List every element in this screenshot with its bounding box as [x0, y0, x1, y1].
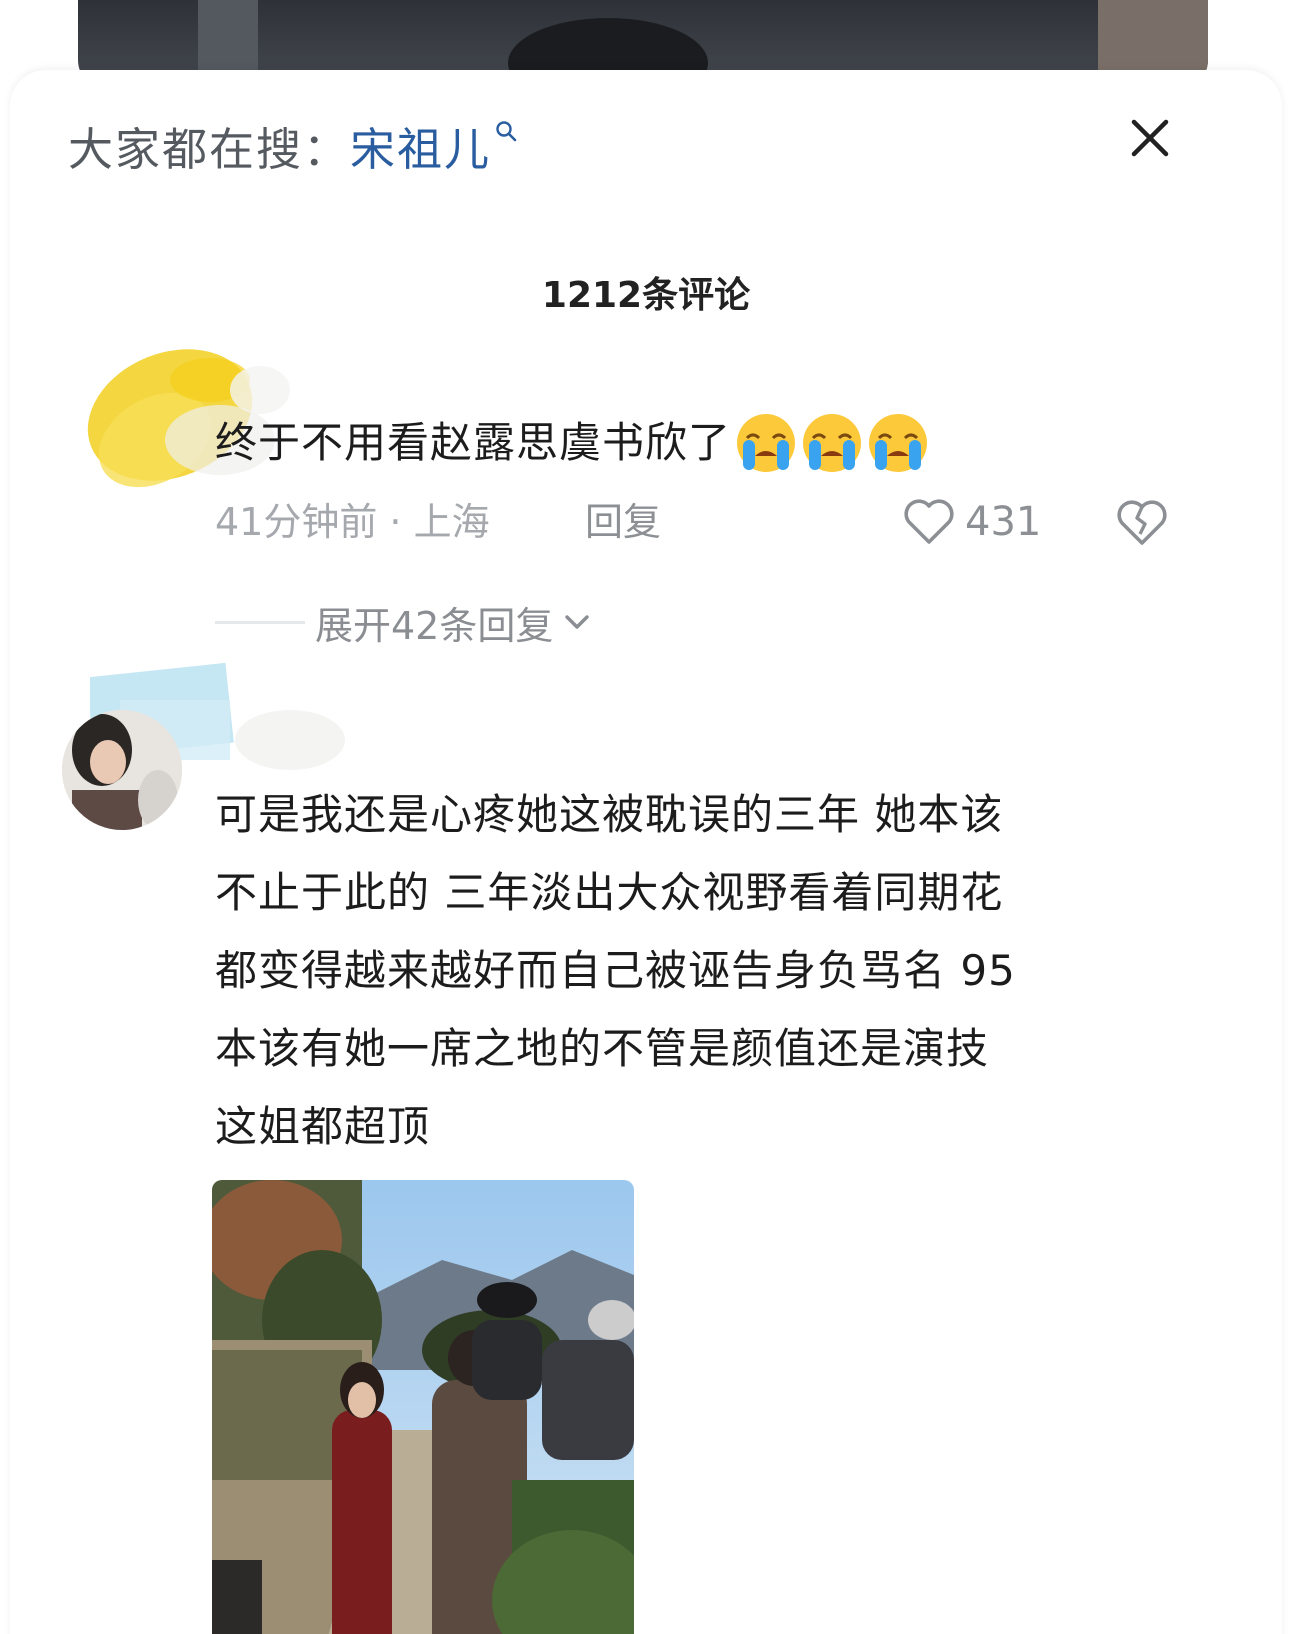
comment-text: 可是我还是心疼她这被耽误的三年 她本该 不止于此的 三年淡出大众视野看着同期花 …: [215, 776, 1165, 1166]
reply-button[interactable]: 回复: [585, 494, 661, 550]
crying-face-icon: [737, 414, 796, 472]
search-icon: [496, 121, 517, 142]
comment-photo[interactable]: [212, 1180, 634, 1634]
expand-replies-label: 展开42条回复: [315, 603, 554, 648]
comment-line: 可是我还是心疼她这被耽误的三年 她本该: [215, 790, 1004, 839]
crying-face-icon: [869, 414, 928, 472]
heart-icon: [904, 499, 954, 544]
comment-count: 1212条评论: [541, 275, 751, 316]
avatar[interactable]: [62, 710, 182, 830]
comment-meta: 41分钟前 · 上海 回复 431: [215, 494, 1175, 550]
like-button[interactable]: 431: [903, 494, 1041, 550]
expand-replies-button[interactable]: 展开42条回复: [215, 594, 593, 650]
search-term-link[interactable]: 宋祖儿: [350, 113, 491, 178]
search-prefix: 大家都在搜：: [68, 122, 351, 176]
close-button[interactable]: [1120, 108, 1180, 168]
crying-face-icon: [803, 414, 862, 472]
avatar-photo: [62, 710, 182, 830]
close-icon: [1131, 119, 1169, 157]
page: 大家都在搜： 宋祖儿 1212条评论 终于不用看赵露思虞书欣了 41分钟前 · …: [0, 0, 1290, 1634]
comment-line: 这姐都超顶: [215, 1102, 431, 1151]
comment-line: 都变得越来越好而自己被诬告身负骂名 95: [215, 946, 1016, 995]
chevron-down-icon: [565, 615, 590, 629]
comments-sheet: 大家都在搜： 宋祖儿 1212条评论 终于不用看赵露思虞书欣了 41分钟前 · …: [10, 70, 1282, 1634]
street-scene-image: [212, 1180, 634, 1634]
divider: [215, 620, 305, 624]
comment-body: 终于不用看赵露思虞书欣了: [215, 418, 732, 467]
comment-line: 本该有她一席之地的不管是颜值还是演技: [215, 1024, 990, 1073]
like-count: 431: [965, 499, 1042, 545]
comment-text: 终于不用看赵露思虞书欣了: [215, 404, 929, 482]
comment-time-location: 41分钟前 · 上海: [215, 500, 490, 544]
comment-line: 不止于此的 三年淡出大众视野看着同期花: [215, 868, 1004, 917]
broken-heart-icon[interactable]: [1115, 496, 1169, 550]
search-suggestion[interactable]: 大家都在搜： 宋祖儿: [68, 110, 517, 180]
